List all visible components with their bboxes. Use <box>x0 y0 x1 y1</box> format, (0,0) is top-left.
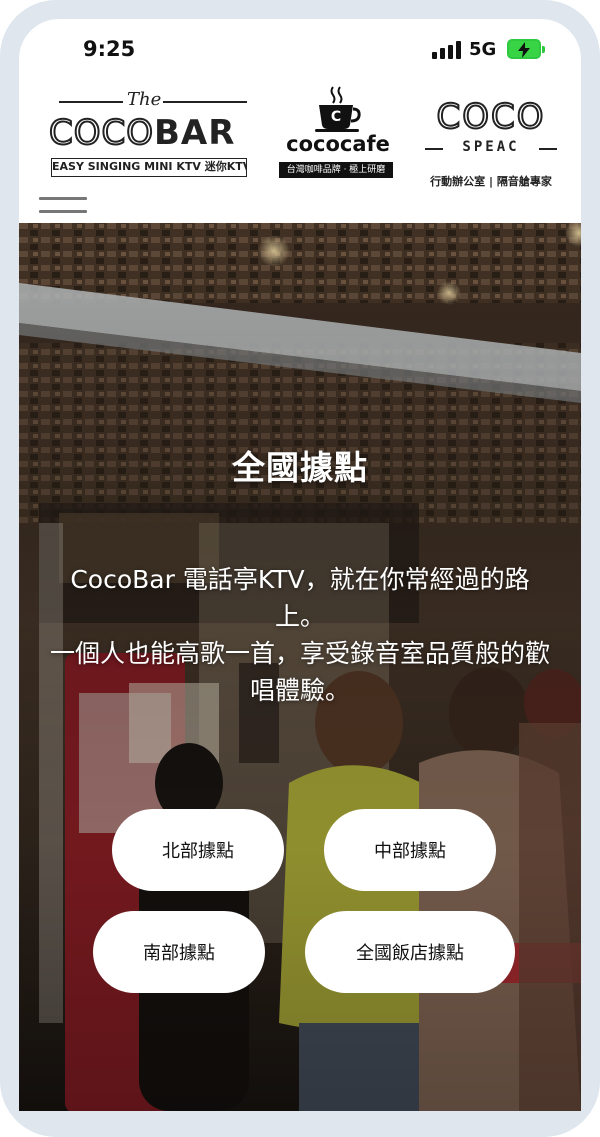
cococafe-tagline: 台灣咖啡品牌 · 極上研磨 <box>279 162 393 178</box>
phone-frame: 9:25 5G The COCO BAR EASY SINGING MINI K… <box>0 0 600 1137</box>
north-region-button[interactable]: 北部據點 <box>112 809 284 891</box>
cocobar-wordmark: COCO BAR <box>48 112 249 154</box>
logo-rule <box>425 148 443 150</box>
cup-letter: C <box>331 109 341 125</box>
network-label: 5G <box>469 39 497 60</box>
cocobar-outline-word: COCO <box>48 112 155 154</box>
central-region-button[interactable]: 中部據點 <box>324 809 496 891</box>
hero-title: 全國據點 <box>232 448 368 487</box>
status-bar: 9:25 5G <box>19 19 581 77</box>
cocobar-logo[interactable]: The COCO BAR EASY SINGING MINI KTV 迷你KTV <box>48 87 249 177</box>
south-region-button[interactable]: 南部據點 <box>93 911 265 993</box>
cocospeac-wordmark: COCO <box>435 97 546 137</box>
battery-charging-icon <box>507 39 545 59</box>
cococafe-wordmark: cococafe <box>286 132 390 156</box>
cocobar-solid-word: BAR <box>154 113 236 153</box>
hotel-locations-button[interactable]: 全國飯店據點 <box>305 911 515 993</box>
logo-rule <box>59 101 123 103</box>
signal-icon <box>432 41 462 59</box>
cocospeac-tagline: 行動辦公室 | 隔音艙專家 <box>430 175 552 188</box>
hero-description: CocoBar 電話亭KTV，就在你常經過的路上。 一個人也能高歌一首，享受錄音… <box>47 561 553 709</box>
cocobar-the-text: The <box>127 89 162 110</box>
coffee-cup-icon: C <box>315 86 361 132</box>
hero-section: 全國據點 CocoBar 電話亭KTV，就在你常經過的路上。 一個人也能高歌一首… <box>19 223 581 1111</box>
status-time: 9:25 <box>83 37 136 61</box>
cocospeac-logo[interactable]: COCO SPEAC 行動辦公室 | 隔音艙專家 <box>423 97 563 189</box>
hero-description-line: CocoBar 電話亭KTV，就在你常經過的路上。 <box>70 565 530 631</box>
logo-rule <box>539 148 557 150</box>
cocobar-tagline: EASY SINGING MINI KTV 迷你KTV <box>51 158 247 177</box>
hero-description-line: 一個人也能高歌一首，享受錄音室品質般的歡唱體驗。 <box>49 639 550 705</box>
speac-text: SPEAC <box>462 139 520 155</box>
cococafe-logo[interactable]: C cococafe 台灣咖啡品牌 · 極上研磨 <box>273 85 403 185</box>
logo-rule <box>163 101 247 103</box>
screen: 9:25 5G The COCO BAR EASY SINGING MINI K… <box>19 19 581 1111</box>
speac-row: SPEAC <box>423 139 559 157</box>
brand-header: The COCO BAR EASY SINGING MINI KTV 迷你KTV… <box>19 77 581 226</box>
